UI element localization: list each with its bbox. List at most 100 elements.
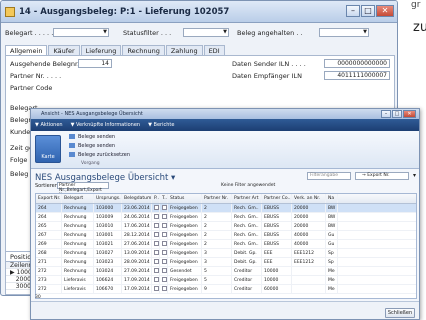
table-cell: 269 — [36, 240, 62, 248]
table-row[interactable]: 268 Rechnung 103027 13.09.2014 Freigegeben 3 D… — [36, 249, 416, 258]
belegart-select[interactable]: ▼ — [53, 28, 109, 37]
table-cell: Freigegeben — [168, 204, 202, 212]
table-cell: Rechnung — [62, 267, 94, 275]
table-row[interactable]: 264 Rechnung 103009 24.06.2014 Freigegeben 2 R… — [36, 213, 416, 222]
checkbox[interactable] — [162, 286, 167, 291]
table-cell: Freigegeben — [168, 285, 202, 293]
table-cell — [160, 231, 168, 239]
column-header[interactable]: T... — [160, 194, 168, 203]
column-header[interactable]: Status — [168, 194, 202, 203]
minimize-button[interactable]: – — [346, 5, 360, 17]
tab-lieferung[interactable]: Lieferung — [80, 45, 122, 55]
document-icon — [5, 6, 15, 17]
checkbox[interactable] — [162, 277, 167, 282]
close-window-button[interactable]: ✕ — [376, 5, 394, 17]
filter-input[interactable]: Filterangabe — [307, 172, 351, 180]
checkbox[interactable] — [154, 268, 159, 273]
table-row[interactable]: 272 Rechnung 103024 27.09.2014 Gesendet 5 Cred… — [36, 267, 416, 276]
table-cell: 27.09.2014 — [122, 267, 152, 275]
table-row[interactable]: 273 Lieferavis 106624 17.09.2014 Freigegeben… — [36, 276, 416, 285]
checkbox[interactable] — [154, 205, 159, 210]
column-header[interactable]: Na — [326, 194, 338, 203]
ribbon-tab-verknuepfte[interactable]: ▼ Verknüpfte Informationen — [71, 122, 141, 128]
table-cell: Rech. Gm.. — [232, 204, 262, 212]
minimize-button[interactable]: – — [381, 110, 391, 118]
checkbox[interactable] — [154, 223, 159, 228]
maximize-button[interactable]: □ — [392, 110, 402, 118]
table-cell — [292, 285, 326, 293]
document-window-titlebar[interactable]: 14 - Ausgangsbeleg: P:1 - Lieferung 1020… — [1, 1, 397, 23]
beleg-angehalten-select[interactable]: ▼ — [319, 28, 369, 37]
close-window-button[interactable]: ✕ — [403, 110, 416, 118]
table-cell: Me — [326, 276, 338, 284]
checkbox[interactable] — [154, 232, 159, 237]
chevron-down-icon[interactable]: ▾ — [413, 172, 416, 179]
table-row[interactable]: 272 Lieferavis 106670 17.09.2014 Freigegeben… — [36, 285, 416, 294]
checkbox[interactable] — [162, 214, 167, 219]
tab-edi[interactable]: EDI — [203, 45, 225, 55]
table-cell: 272 — [36, 267, 62, 275]
checkbox[interactable] — [162, 259, 167, 264]
ribbon-tab-aktionen[interactable]: ▼ Aktionen — [35, 122, 63, 128]
tab-allgemein[interactable]: Allgemein — [5, 45, 48, 55]
column-header[interactable]: Belegdatum — [122, 194, 152, 203]
column-header[interactable]: Verk. an Nr. — [292, 194, 326, 203]
table-cell — [292, 267, 326, 275]
tab-kaeufer[interactable]: Käufer — [48, 45, 80, 55]
column-header[interactable]: P... — [152, 194, 160, 203]
table-cell — [152, 240, 160, 248]
send-documents-button[interactable]: Belege senden — [69, 134, 115, 140]
daten-sender-field[interactable]: 0000000000000 — [324, 59, 390, 68]
checkbox[interactable] — [162, 250, 167, 255]
send-documents-button[interactable]: Belege senden — [69, 143, 115, 149]
daten-empfaenger-field[interactable]: 4011111000007 — [324, 71, 390, 80]
statusfilter-select[interactable]: ▼ — [183, 28, 229, 37]
table-cell — [160, 276, 168, 284]
table-cell: 3 — [202, 249, 232, 257]
table-cell: 24.06.2014 — [122, 213, 152, 221]
checkbox[interactable] — [154, 286, 159, 291]
overview-window-titlebar[interactable]: Ansicht - NES Ausgangsbelege Übersicht –… — [31, 109, 419, 119]
table-row[interactable]: 267 Rechnung 103001 28.12.2014 Freigegeben 2 R… — [36, 231, 416, 240]
sort-select[interactable]: Partner Nr.,Belegart,Export Nr. — [57, 182, 109, 198]
checkbox[interactable] — [154, 250, 159, 255]
checkbox[interactable] — [154, 277, 159, 282]
column-header[interactable]: Belegart — [62, 194, 94, 203]
document-window-title: 14 - Ausgangsbeleg: P:1 - Lieferung 1020… — [19, 6, 230, 17]
reset-documents-button[interactable]: Belege zurücksetzen — [69, 152, 130, 158]
column-header[interactable]: Partner Art — [232, 194, 262, 203]
table-cell: 2 — [202, 222, 232, 230]
filter-field-button[interactable]: → Export Nr. — [355, 172, 409, 180]
column-header[interactable]: Partner Co... — [262, 194, 292, 203]
column-header[interactable]: Partner Nr. — [202, 194, 232, 203]
close-button[interactable]: Schließen — [385, 308, 415, 318]
column-header[interactable]: Export Nr. — [36, 194, 62, 203]
table-cell: Rech. Gm.. — [232, 231, 262, 239]
table-cell: BW — [326, 204, 338, 212]
table-row[interactable]: 264 Rechnung 103000 23.06.2014 Freigegeben 2 R… — [36, 204, 416, 213]
checkbox[interactable] — [154, 214, 159, 219]
column-header[interactable]: Ursprungs... — [94, 194, 122, 203]
checkbox[interactable] — [154, 241, 159, 246]
overview-window-title: Ansicht - NES Ausgangsbelege Übersicht — [41, 111, 143, 117]
ausgehende-belegnr-field[interactable]: 14 — [78, 59, 112, 68]
table-row[interactable]: 271 Rechnung 103023 28.09.2014 Freigegeben 3 D… — [36, 258, 416, 267]
tab-rechnung[interactable]: Rechnung — [122, 45, 165, 55]
table-cell: 5 — [202, 267, 232, 275]
maximize-button[interactable]: □ — [361, 5, 375, 17]
ribbon-tabs: ▼ Aktionen ▼ Verknüpfte Informationen ▼ … — [31, 119, 419, 131]
checkbox[interactable] — [162, 268, 167, 273]
tab-zahlung[interactable]: Zahlung — [165, 45, 203, 55]
table-cell: Me — [326, 285, 338, 293]
ribbon-tab-berichte[interactable]: ▼ Berichte — [148, 122, 174, 128]
checkbox[interactable] — [162, 205, 167, 210]
checkbox[interactable] — [162, 232, 167, 237]
checkbox[interactable] — [162, 223, 167, 228]
table-row[interactable]: 269 Rechnung 103021 27.06.2014 Freigegeben 2 R… — [36, 240, 416, 249]
table-cell: 23.06.2014 — [122, 204, 152, 212]
table-row[interactable]: 265 Rechnung 103010 17.06.2014 Freigegeben 2 R… — [36, 222, 416, 231]
checkbox[interactable] — [154, 259, 159, 264]
checkbox[interactable] — [162, 241, 167, 246]
table-cell: 271 — [36, 258, 62, 266]
karte-button[interactable]: Karte — [35, 135, 61, 163]
